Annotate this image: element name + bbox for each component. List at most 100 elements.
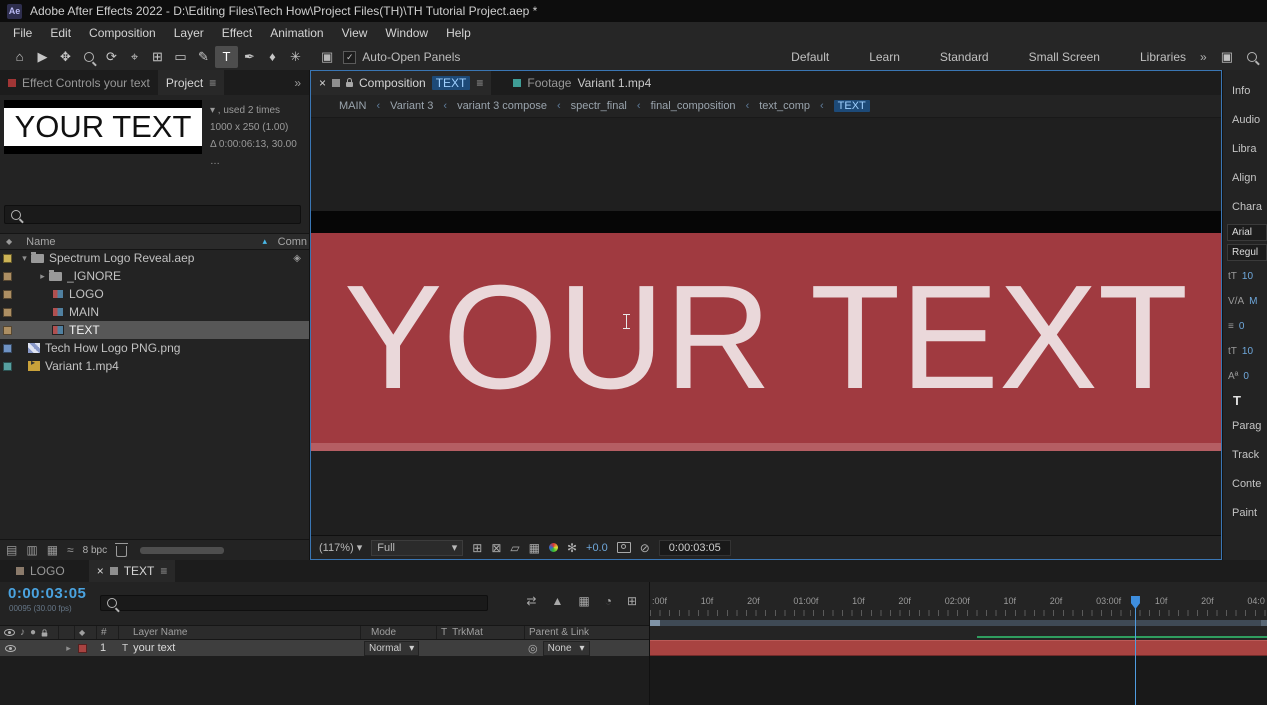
panel-menu-icon[interactable]: ≡ <box>476 76 483 90</box>
menu-edit[interactable]: Edit <box>41 26 80 40</box>
tracking-control[interactable]: ≡ 0 <box>1223 314 1267 339</box>
new-composition-icon[interactable]: ▦ <box>47 543 58 557</box>
panel-character[interactable]: Chara <box>1223 192 1267 221</box>
workspace-default[interactable]: Default <box>791 50 829 64</box>
clone-stamp-tool-icon[interactable]: ♦ <box>261 46 284 68</box>
font-family-dropdown[interactable]: Arial <box>1227 224 1267 241</box>
exposure-icon[interactable]: ✻ <box>567 541 577 555</box>
comment-column-header[interactable]: Comn <box>278 236 307 248</box>
workspace-standard[interactable]: Standard <box>940 50 989 64</box>
trkmat-column-header[interactable]: T TrkMat <box>436 626 524 639</box>
project-search-input[interactable] <box>4 205 301 224</box>
project-row-png[interactable]: Tech How Logo PNG.png <box>0 339 309 357</box>
project-row-logo[interactable]: LOGO <box>0 285 309 303</box>
layer-name-column-header[interactable]: Layer Name <box>118 626 360 639</box>
close-icon[interactable]: × <box>97 564 104 578</box>
crumb-variant3-compose[interactable]: variant 3 compose <box>457 100 547 112</box>
layer-label[interactable] <box>74 640 96 656</box>
auto-open-panels-checkbox[interactable]: ✓ <box>343 51 356 64</box>
layer-name-cell[interactable]: T your text <box>118 640 360 656</box>
twirl-closed-icon[interactable]: ▸ <box>36 271 49 282</box>
twirl-open-icon[interactable]: ▾ <box>18 253 31 264</box>
timeline-search-input[interactable] <box>100 595 488 611</box>
project-row-mp4[interactable]: Variant 1.mp4 <box>0 357 309 375</box>
tracking-value[interactable]: 0 <box>1239 321 1245 332</box>
show-channel-icon[interactable] <box>549 543 558 552</box>
number-column-header[interactable]: # <box>96 626 118 639</box>
menu-effect[interactable]: Effect <box>213 26 261 40</box>
font-style-dropdown[interactable]: Regul <box>1227 244 1267 261</box>
home-icon[interactable]: ⌂ <box>8 46 31 68</box>
mode-column-header[interactable]: Mode <box>360 626 436 639</box>
crumb-spectr-final[interactable]: spectr_final <box>571 100 627 112</box>
timeline-tab-text[interactable]: × TEXT ≡ <box>89 560 176 582</box>
close-icon[interactable]: × <box>319 76 326 90</box>
timeline-tab-logo[interactable]: LOGO <box>8 560 73 582</box>
layer-duration-bar[interactable] <box>650 640 1267 656</box>
panel-info[interactable]: Info <box>1223 76 1267 105</box>
zoom-tool-icon[interactable] <box>77 46 100 68</box>
menu-animation[interactable]: Animation <box>261 26 332 40</box>
search-workspace-icon[interactable] <box>1247 50 1257 65</box>
label-column-header[interactable]: ◆ <box>74 626 96 639</box>
current-timecode[interactable]: 0:00:03:05 <box>8 585 86 602</box>
blend-mode-dropdown[interactable]: Normal ▾ <box>364 641 419 656</box>
label-color-chip[interactable] <box>3 362 12 371</box>
project-row-main[interactable]: MAIN <box>0 303 309 321</box>
frame-blend-icon[interactable]: ▦ <box>578 594 589 608</box>
pan-behind-tool-icon[interactable]: ⊞ <box>146 46 169 68</box>
crumb-final-composition[interactable]: final_composition <box>651 100 736 112</box>
preview-timecode[interactable]: 0:00:03:05 <box>659 540 731 556</box>
trash-icon[interactable] <box>116 546 127 557</box>
tab-overflow-icon[interactable]: » <box>294 76 309 90</box>
label-color-chip[interactable] <box>3 254 12 263</box>
leading-control[interactable]: tT 10 <box>1223 339 1267 364</box>
kerning-value[interactable]: M <box>1249 296 1257 307</box>
brush-tool-icon[interactable]: ✒ <box>238 46 261 68</box>
label-color-chip[interactable] <box>3 290 12 299</box>
crumb-text-current[interactable]: TEXT <box>834 100 870 112</box>
motion-blur-icon[interactable]: ◔ <box>605 594 612 608</box>
sort-ascending-icon[interactable]: ▴ <box>262 236 267 247</box>
tab-effect-controls[interactable]: Effect Controls your text <box>0 70 158 95</box>
menu-window[interactable]: Window <box>376 26 437 40</box>
adjust-icon[interactable]: ≈ <box>67 543 74 557</box>
name-column-header[interactable]: Name <box>26 236 55 248</box>
timeline-track-area[interactable]: :00f10f 20f01:00f 10f20f 02:00f10f 20f03… <box>650 582 1267 705</box>
project-row-ignore[interactable]: ▸ _IGNORE <box>0 267 309 285</box>
tab-composition-text[interactable]: × Composition TEXT ≡ <box>311 71 491 95</box>
layer-row[interactable]: ▸ 1 T your text Normal ▾ <box>0 640 649 656</box>
layer-twirl[interactable]: ▸ <box>58 640 74 656</box>
horizontal-scrollbar[interactable] <box>140 547 224 554</box>
time-ruler[interactable]: :00f10f 20f01:00f 10f20f 02:00f10f 20f03… <box>650 596 1267 608</box>
menu-file[interactable]: File <box>4 26 41 40</box>
composition-canvas[interactable]: YOUR TEXT <box>311 118 1221 535</box>
layer-visibility-toggle[interactable] <box>5 645 16 652</box>
crumb-text-comp[interactable]: text_comp <box>759 100 810 112</box>
panel-paint[interactable]: Paint <box>1223 498 1267 527</box>
crumb-variant3[interactable]: Variant 3 <box>390 100 433 112</box>
panel-menu-icon[interactable]: ≡ <box>209 76 216 90</box>
shared-project-icon[interactable]: ▣ <box>1221 49 1233 65</box>
project-row-aep[interactable]: ▾ Spectrum Logo Reveal.aep ◈ <box>0 249 309 267</box>
project-row-text[interactable]: TEXT <box>0 321 309 339</box>
magnification-dropdown[interactable]: (117%) ▾ <box>319 541 362 554</box>
comp-mini-flowchart-icon[interactable]: ⇄ <box>526 594 536 608</box>
pick-whip-icon[interactable]: ◎ <box>528 642 538 655</box>
panel-paragraph[interactable]: Parag <box>1223 411 1267 440</box>
crumb-main[interactable]: MAIN <box>339 100 367 112</box>
panel-libraries[interactable]: Libra <box>1223 134 1267 163</box>
roto-brush-tool-icon[interactable]: ✳ <box>284 46 307 68</box>
panel-audio[interactable]: Audio <box>1223 105 1267 134</box>
pen-tool-icon[interactable]: ✎ <box>192 46 215 68</box>
region-of-interest-icon[interactable]: ▱ <box>510 541 519 555</box>
label-column-icon[interactable]: ◆ <box>6 237 12 246</box>
parent-dropdown[interactable]: None ▾ <box>543 641 590 656</box>
menu-layer[interactable]: Layer <box>165 26 213 40</box>
panel-align[interactable]: Align <box>1223 163 1267 192</box>
label-color-chip[interactable] <box>3 272 12 281</box>
camera-tool-icon[interactable]: ⌖ <box>123 46 146 68</box>
font-size-control[interactable]: tT 10 <box>1223 264 1267 289</box>
grid-options-icon[interactable]: ⊞ <box>472 541 482 555</box>
label-color-chip[interactable] <box>3 344 12 353</box>
